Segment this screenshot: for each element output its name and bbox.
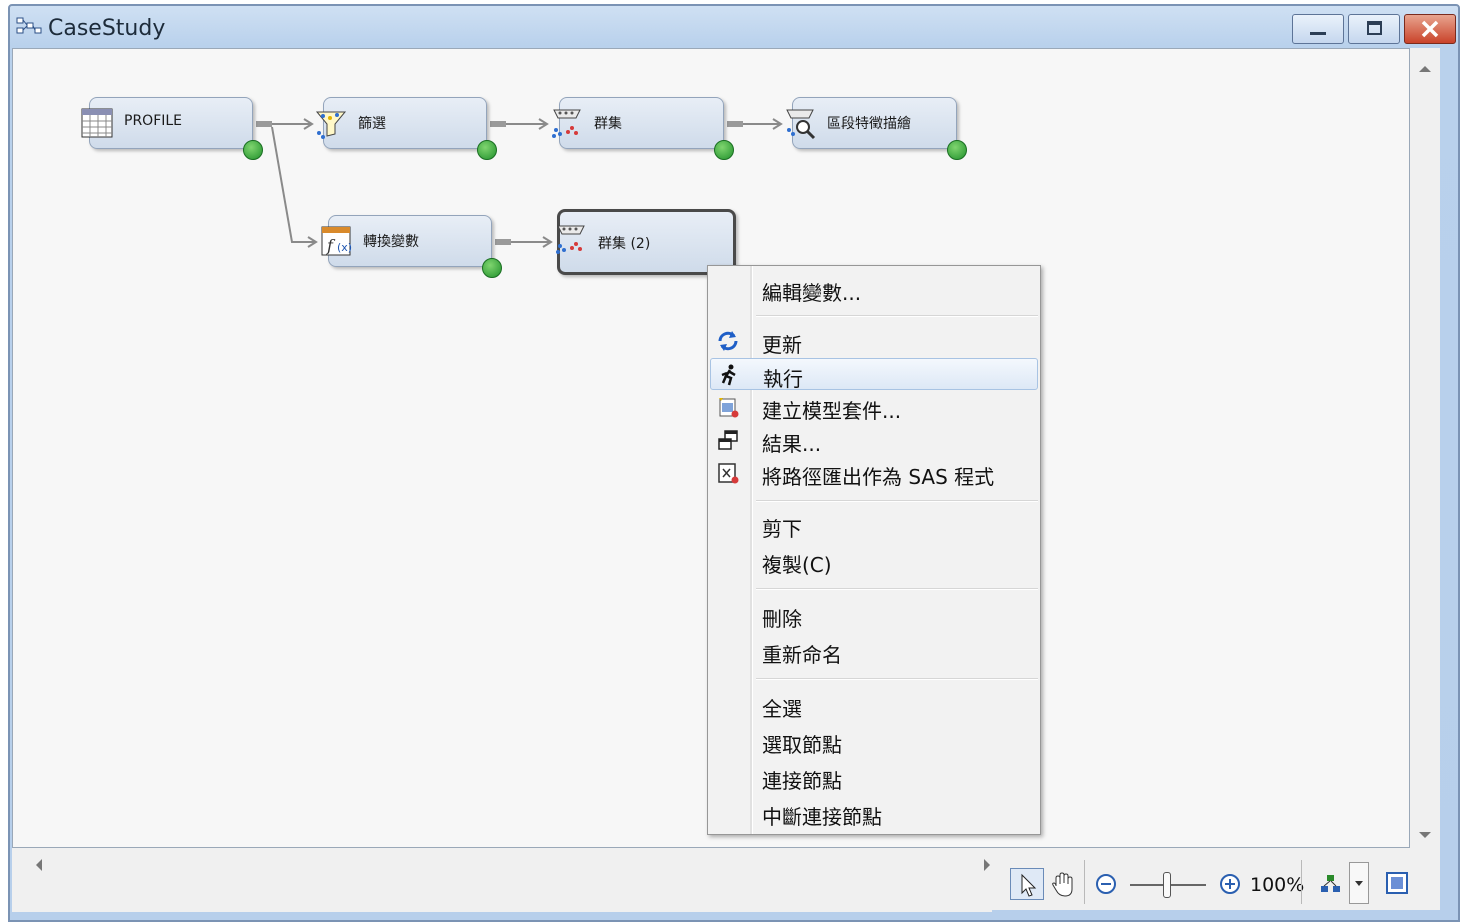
scroll-up-icon[interactable] <box>1410 54 1440 84</box>
zoom-in-icon[interactable] <box>1218 872 1242 896</box>
menu-item-label: 複製(C) <box>762 553 832 577</box>
menu-separator <box>756 315 1038 317</box>
transform-icon: f (x) <box>321 226 352 256</box>
filter-icon <box>315 111 347 139</box>
status-complete-icon <box>482 258 502 278</box>
menu-item-label: 將路徑匯出作為 SAS 程式 <box>762 465 995 489</box>
node-label: 篩選 <box>358 116 386 132</box>
menu-separator <box>756 678 1038 680</box>
status-complete-icon <box>947 140 967 160</box>
zoom-level: 100% <box>1250 874 1305 896</box>
node-segment-profile[interactable]: 區段特徵描繪 <box>786 97 957 149</box>
node-label: 轉換變數 <box>363 234 419 250</box>
status-complete-icon <box>243 140 263 160</box>
toolbar-separator <box>1301 860 1302 904</box>
status-strip <box>12 882 992 912</box>
menu-item-label: 中斷連接節點 <box>762 805 882 829</box>
menu-item-create-model-package[interactable]: 建立模型套件... <box>710 391 1038 423</box>
menu-item-label: 刪除 <box>762 607 802 631</box>
menu-item-select-all[interactable]: 全選 <box>710 689 1038 721</box>
vertical-scrollbar[interactable] <box>1410 48 1440 848</box>
select-tool-button[interactable] <box>1010 868 1044 900</box>
menu-item-label: 更新 <box>762 333 802 357</box>
cluster-icon <box>556 225 585 254</box>
results-icon <box>718 430 738 450</box>
svg-text:(x): (x) <box>337 241 352 254</box>
diagram-toolbar: 100% <box>992 848 1440 910</box>
menu-item-label: 全選 <box>762 697 802 721</box>
layout-dropdown-button[interactable] <box>1349 862 1369 904</box>
overview-window-icon[interactable] <box>1384 870 1410 896</box>
node-label: PROFILE <box>124 113 183 129</box>
node-filter[interactable]: 篩選 <box>315 97 487 149</box>
menu-item-results[interactable]: 結果... <box>710 424 1038 456</box>
model-package-icon <box>719 398 739 418</box>
run-icon <box>721 364 736 386</box>
menu-item-connect-nodes[interactable]: 連接節點 <box>710 761 1038 793</box>
menu-item-label: 建立模型套件... <box>762 399 902 423</box>
cluster-icon <box>552 109 581 138</box>
export-sas-icon <box>718 463 739 484</box>
menu-item-copy[interactable]: 複製(C) <box>710 545 1038 577</box>
menu-item-disconnect-nodes[interactable]: 中斷連接節點 <box>710 797 1038 829</box>
menu-item-label: 編輯變數... <box>762 281 862 305</box>
menu-item-select-nodes[interactable]: 選取節點 <box>710 725 1038 757</box>
segment-profile-icon <box>786 109 816 140</box>
menu-item-label: 執行 <box>763 367 803 391</box>
menu-separator <box>756 500 1038 502</box>
node-transform-variables[interactable]: f (x) 轉換變數 <box>321 215 492 267</box>
chevron-down-icon <box>1355 881 1363 886</box>
node-profile[interactable]: PROFILE <box>81 97 253 149</box>
menu-item-label: 選取節點 <box>762 733 842 757</box>
status-complete-icon <box>714 140 734 160</box>
scroll-left-icon[interactable] <box>24 848 54 882</box>
node-cluster[interactable]: 群集 <box>552 97 724 149</box>
scroll-down-icon[interactable] <box>1410 820 1440 850</box>
zoom-out-icon[interactable] <box>1094 872 1118 896</box>
menu-item-cut[interactable]: 剪下 <box>710 509 1038 541</box>
menu-item-label: 重新命名 <box>762 643 842 667</box>
menu-item-export-path-sas[interactable]: 將路徑匯出作為 SAS 程式 <box>710 457 1038 489</box>
pan-hand-icon[interactable] <box>1048 868 1078 900</box>
refresh-icon <box>718 331 738 351</box>
pointer-icon <box>1021 873 1037 897</box>
data-source-icon <box>81 108 113 138</box>
status-complete-icon <box>477 140 497 160</box>
menu-item-label: 結果... <box>762 432 822 456</box>
menu-item-delete[interactable]: 刪除 <box>710 599 1038 631</box>
menu-item-edit-variables[interactable]: 編輯變數... <box>710 273 1038 305</box>
menu-item-refresh[interactable]: 更新 <box>710 325 1038 357</box>
node-label: 群集 <box>594 116 622 132</box>
toolbar-separator <box>1084 860 1085 904</box>
menu-item-run[interactable]: 執行 <box>710 358 1038 391</box>
zoom-slider-thumb[interactable] <box>1163 872 1171 898</box>
node-label: 區段特徵描繪 <box>827 116 911 132</box>
layout-icon[interactable] <box>1318 872 1344 896</box>
menu-separator <box>756 588 1038 590</box>
menu-item-label: 剪下 <box>762 517 802 541</box>
menu-item-rename[interactable]: 重新命名 <box>710 635 1038 667</box>
node-label: 群集 (2) <box>598 236 651 252</box>
menu-item-label: 連接節點 <box>762 769 842 793</box>
horizontal-scrollbar[interactable] <box>12 848 992 882</box>
context-menu: 編輯變數... 更新 執行 建立模型套件... 結果... 將路徑匯出作為 SA… <box>707 265 1041 835</box>
